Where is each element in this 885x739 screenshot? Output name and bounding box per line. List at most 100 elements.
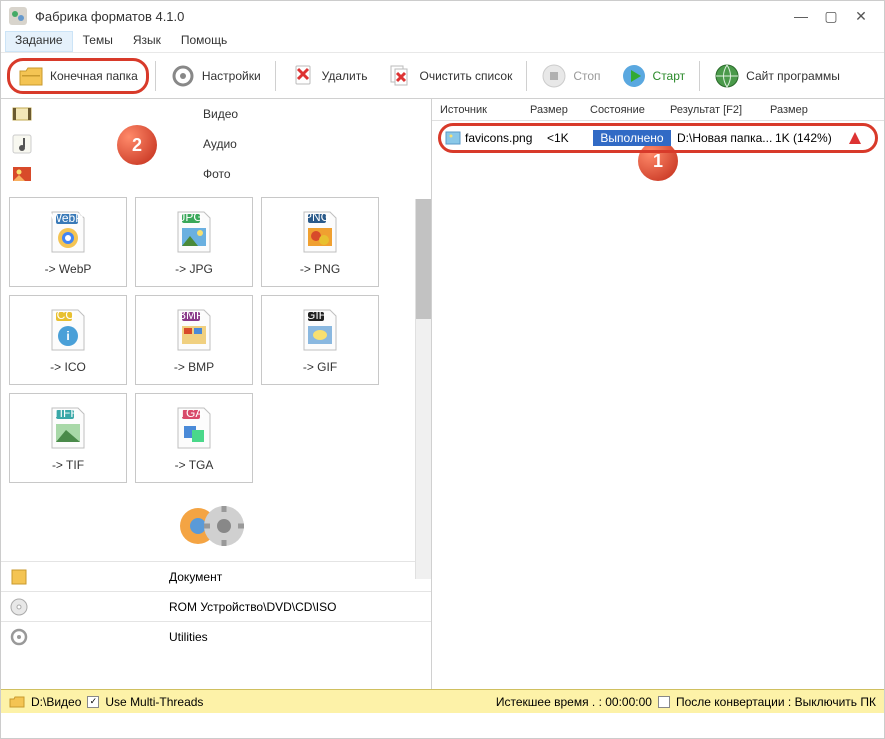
format-label: -> ICO	[50, 360, 86, 374]
category-photo[interactable]: Фото	[1, 159, 431, 189]
clear-list-button[interactable]: Очистить список	[379, 58, 520, 94]
left-scrollbar[interactable]	[415, 199, 431, 579]
category-video[interactable]: Видео	[1, 99, 431, 129]
output-folder-label: Конечная папка	[50, 69, 138, 83]
website-label: Сайт программы	[746, 69, 840, 83]
minimize-button[interactable]: —	[786, 8, 816, 24]
format-card-png[interactable]: PNG -> PNG	[261, 197, 379, 287]
settings-row[interactable]	[1, 491, 431, 561]
start-button[interactable]: Старт	[613, 58, 694, 94]
delete-button[interactable]: Удалить	[282, 58, 376, 94]
format-label: -> GIF	[303, 360, 337, 374]
maximize-button[interactable]: ▢	[816, 8, 846, 25]
statusbar: D:\Видео ✓ Use Multi-Threads Истекшее вр…	[1, 689, 884, 713]
category-document[interactable]: Документ	[1, 561, 431, 591]
settings-label: Настройки	[202, 69, 261, 83]
category-utilities[interactable]: Utilities	[1, 621, 431, 651]
col-result[interactable]: Результат [F2]	[670, 104, 770, 116]
col-source[interactable]: Источник	[440, 104, 530, 116]
start-icon	[621, 63, 647, 89]
category-photo-label: Фото	[203, 167, 231, 181]
format-label: -> TGA	[175, 458, 214, 472]
clear-label: Очистить список	[419, 69, 512, 83]
gear-icon	[170, 63, 196, 89]
callout-badge-1: 1	[641, 144, 675, 178]
category-audio[interactable]: Аудио	[1, 129, 431, 159]
right-panel: Источник Размер Состояние Результат [F2]…	[431, 99, 884, 689]
svg-text:WebP: WebP	[51, 211, 83, 225]
multithread-checkbox[interactable]: ✓	[87, 696, 99, 708]
menu-task[interactable]: Задание	[5, 31, 73, 52]
photo-icon	[11, 163, 33, 185]
stop-button[interactable]: Стоп	[533, 58, 608, 94]
menubar: Задание Темы Язык Помощь	[1, 31, 884, 53]
format-label: -> PNG	[300, 262, 340, 276]
left-panel: Видео Аудио Фото WebP -> WebP JPG -> JPG P…	[1, 99, 431, 689]
col-size2[interactable]: Размер	[770, 104, 850, 116]
col-size[interactable]: Размер	[530, 104, 590, 116]
svg-text:PNG: PNG	[304, 210, 330, 224]
category-video-label: Видео	[203, 107, 238, 121]
svg-text:TGA: TGA	[179, 406, 204, 420]
scrollbar-thumb[interactable]	[416, 199, 431, 319]
titlebar: Фабрика форматов 4.1.0 — ▢ ✕	[1, 1, 884, 31]
elapsed-time: Истекшее время . : 00:00:00	[496, 695, 652, 709]
folder-icon	[18, 63, 44, 89]
file-size2: 1K (142%)	[775, 131, 845, 145]
delete-label: Удалить	[322, 69, 368, 83]
rom-label: ROM Устройство\DVD\CD\ISO	[169, 600, 336, 614]
afterconv-label: После конвертации : Выключить ПК	[676, 695, 876, 709]
format-card-webp[interactable]: WebP -> WebP	[9, 197, 127, 287]
svg-text:GIF: GIF	[306, 308, 326, 322]
utilities-label: Utilities	[169, 630, 208, 644]
format-card-tga[interactable]: TGA -> TGA	[135, 393, 253, 483]
media-settings-icon	[176, 503, 256, 549]
format-card-jpg[interactable]: JPG -> JPG	[135, 197, 253, 287]
file-row-highlight: favicons.png <1K Выполнено D:\Новая папк…	[438, 123, 878, 153]
document-label: Документ	[169, 570, 222, 584]
website-button[interactable]: Сайт программы	[706, 58, 848, 94]
disc-icon	[9, 597, 29, 617]
video-icon	[11, 103, 33, 125]
close-button[interactable]: ✕	[846, 8, 876, 25]
svg-text:JPG: JPG	[179, 210, 202, 224]
start-label: Старт	[653, 69, 686, 83]
category-list: Видео Аудио Фото	[1, 99, 431, 189]
toolbar-separator	[526, 61, 527, 91]
window-title: Фабрика форматов 4.1.0	[35, 9, 786, 24]
toolbar-separator	[699, 61, 700, 91]
menu-help[interactable]: Помощь	[171, 31, 237, 52]
status-path[interactable]: D:\Видео	[31, 695, 81, 709]
file-icon	[445, 130, 461, 146]
stop-icon	[541, 63, 567, 89]
afterconv-checkbox[interactable]	[658, 696, 670, 708]
svg-text:BMP: BMP	[178, 308, 204, 322]
toolbar-separator	[275, 61, 276, 91]
file-table-header: Источник Размер Состояние Результат [F2]…	[432, 99, 884, 121]
app-icon	[9, 7, 27, 25]
format-card-gif[interactable]: GIF -> GIF	[261, 295, 379, 385]
svg-text:ICO: ICO	[53, 308, 74, 322]
format-card-tif[interactable]: TIFF-> TIF	[9, 393, 127, 483]
settings-button[interactable]: Настройки	[162, 58, 269, 94]
file-size: <1K	[547, 131, 593, 145]
menu-themes[interactable]: Темы	[73, 31, 123, 52]
main-area: Видео Аудио Фото WebP -> WebP JPG -> JPG P…	[1, 99, 884, 689]
category-rom[interactable]: ROM Устройство\DVD\CD\ISO	[1, 591, 431, 621]
toolbar-separator	[155, 61, 156, 91]
toolbar: Конечная папка 2 Настройки Удалить Очист…	[1, 53, 884, 99]
svg-text:i: i	[66, 329, 69, 343]
file-result: D:\Новая папка...	[671, 131, 775, 145]
svg-text:TIFF: TIFF	[52, 406, 77, 420]
menu-language[interactable]: Язык	[123, 31, 171, 52]
format-label: -> BMP	[174, 360, 214, 374]
file-name: favicons.png	[465, 131, 547, 145]
folder-small-icon	[9, 695, 25, 709]
format-card-bmp[interactable]: BMP -> BMP	[135, 295, 253, 385]
format-label: -> WebP	[45, 262, 92, 276]
format-card-ico[interactable]: ICO i -> ICO	[9, 295, 127, 385]
col-state[interactable]: Состояние	[590, 104, 670, 116]
stop-label: Стоп	[573, 69, 600, 83]
format-label: -> JPG	[175, 262, 213, 276]
output-folder-button[interactable]: Конечная папка	[7, 58, 149, 94]
